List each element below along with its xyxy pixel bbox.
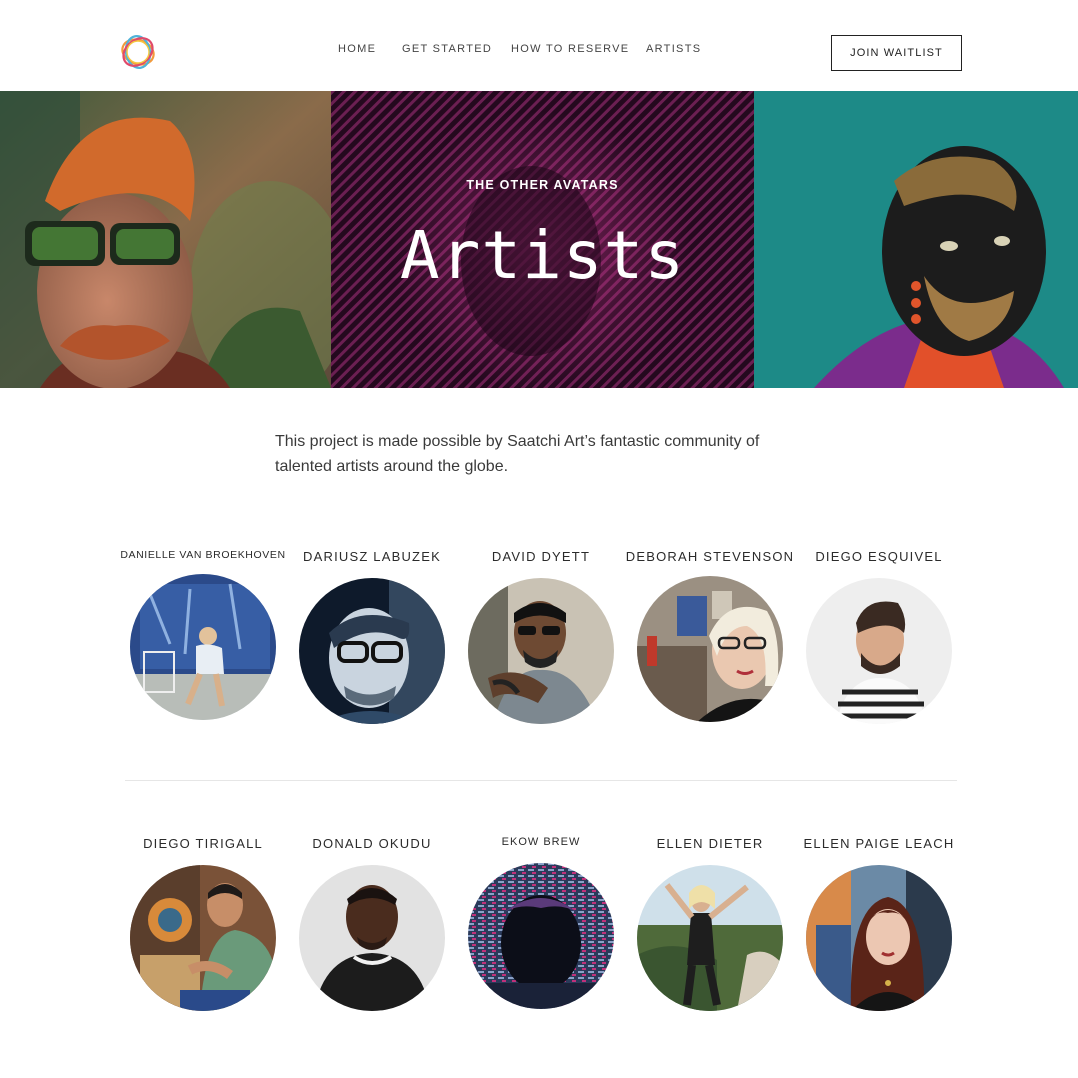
artist-name[interactable]: DARIUSZ LABUZEK — [287, 549, 457, 564]
row-divider — [125, 780, 957, 781]
artist-avatar[interactable] — [806, 578, 952, 724]
intro-text: This project is made possible by Saatchi… — [275, 433, 760, 475]
artist-name[interactable]: ELLEN PAIGE LEACH — [794, 836, 964, 851]
artist-name[interactable]: ELLEN DIETER — [625, 836, 795, 851]
hero-banner: THE OTHER AVATARS Artists — [0, 91, 1078, 388]
artist-name[interactable]: DIEGO TIRIGALL — [118, 836, 288, 851]
nav-get-started[interactable]: GET STARTED — [402, 43, 492, 55]
nav-home[interactable]: HOME — [338, 43, 376, 55]
artist-avatar[interactable] — [637, 576, 783, 722]
artist-avatar[interactable] — [637, 865, 783, 1011]
artist-avatar[interactable] — [130, 574, 276, 720]
join-waitlist-button[interactable]: JOIN WAITLIST — [831, 35, 962, 71]
artist-name[interactable]: DONALD OKUDU — [287, 836, 457, 851]
hero-eyebrow: THE OTHER AVATARS — [466, 178, 619, 192]
hero-right-portrait-image — [754, 91, 1078, 388]
hero-left-portrait-image — [0, 91, 331, 388]
artist-avatar[interactable] — [130, 865, 276, 1011]
site-header: HOME GET STARTED HOW TO RESERVE ARTISTS … — [0, 0, 1078, 91]
artist-name[interactable]: EKOW BREW — [456, 836, 626, 848]
hero-title-panel: THE OTHER AVATARS Artists — [331, 91, 754, 388]
page-title: Artists — [399, 217, 686, 294]
artist-avatar[interactable] — [299, 578, 445, 724]
nav-artists[interactable]: ARTISTS — [646, 43, 701, 55]
artist-name[interactable]: DIEGO ESQUIVEL — [794, 549, 964, 564]
artist-avatar[interactable] — [468, 578, 614, 724]
artist-avatar[interactable] — [468, 863, 614, 1009]
artist-name[interactable]: DANIELLE VAN BROEKHOVEN — [118, 549, 288, 561]
artist-avatar[interactable] — [806, 865, 952, 1011]
artist-avatar[interactable] — [299, 865, 445, 1011]
artist-name[interactable]: DEBORAH STEVENSON — [625, 549, 795, 564]
nav-how-to-reserve[interactable]: HOW TO RESERVE — [511, 43, 629, 55]
artist-name[interactable]: DAVID DYETT — [456, 549, 626, 564]
